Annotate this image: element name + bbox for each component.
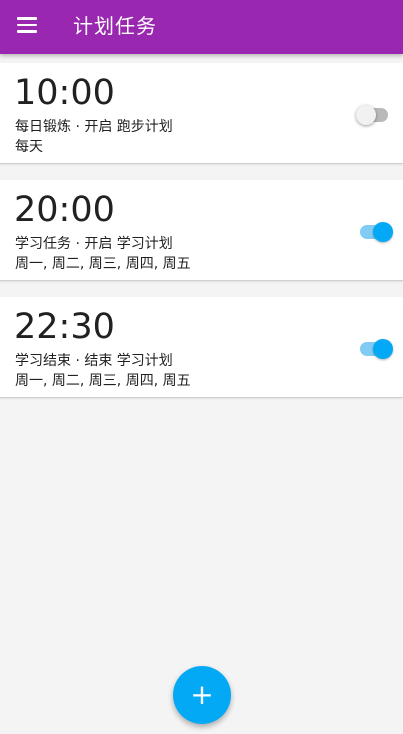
task-time: 22:30	[14, 307, 115, 347]
task-card-3[interactable]: 22:30 学习结束 · 结束 学习计划 周一, 周二, 周三, 周四, 周五	[0, 297, 403, 398]
add-task-button[interactable]: +	[173, 666, 231, 724]
app-bar: 计划任务	[0, 0, 403, 54]
task-repeat: 周一, 周二, 周三, 周四, 周五	[15, 256, 191, 272]
task-toggle-switch[interactable]	[356, 105, 392, 125]
task-time: 20:00	[14, 190, 115, 230]
task-repeat: 周一, 周二, 周三, 周四, 周五	[15, 373, 191, 389]
add-icon: +	[190, 678, 214, 711]
screen: 计划任务 10:00 每日锻炼 · 开启 跑步计划 每天 20:00 学习任务 …	[0, 0, 403, 734]
switch-thumb	[373, 339, 393, 359]
app-title: 计划任务	[73, 14, 157, 38]
task-description: 每日锻炼 · 开启 跑步计划	[15, 119, 173, 135]
task-card-1[interactable]: 10:00 每日锻炼 · 开启 跑步计划 每天	[0, 63, 403, 164]
task-toggle-switch[interactable]	[356, 222, 393, 242]
switch-thumb	[356, 105, 376, 125]
task-toggle-switch[interactable]	[356, 339, 393, 359]
task-repeat: 每天	[15, 139, 43, 155]
task-time: 10:00	[14, 73, 115, 113]
switch-thumb	[373, 222, 393, 242]
task-description: 学习任务 · 开启 学习计划	[15, 236, 173, 252]
menu-icon[interactable]	[10, 8, 44, 42]
task-description: 学习结束 · 结束 学习计划	[15, 353, 173, 369]
task-card-2[interactable]: 20:00 学习任务 · 开启 学习计划 周一, 周二, 周三, 周四, 周五	[0, 180, 403, 281]
